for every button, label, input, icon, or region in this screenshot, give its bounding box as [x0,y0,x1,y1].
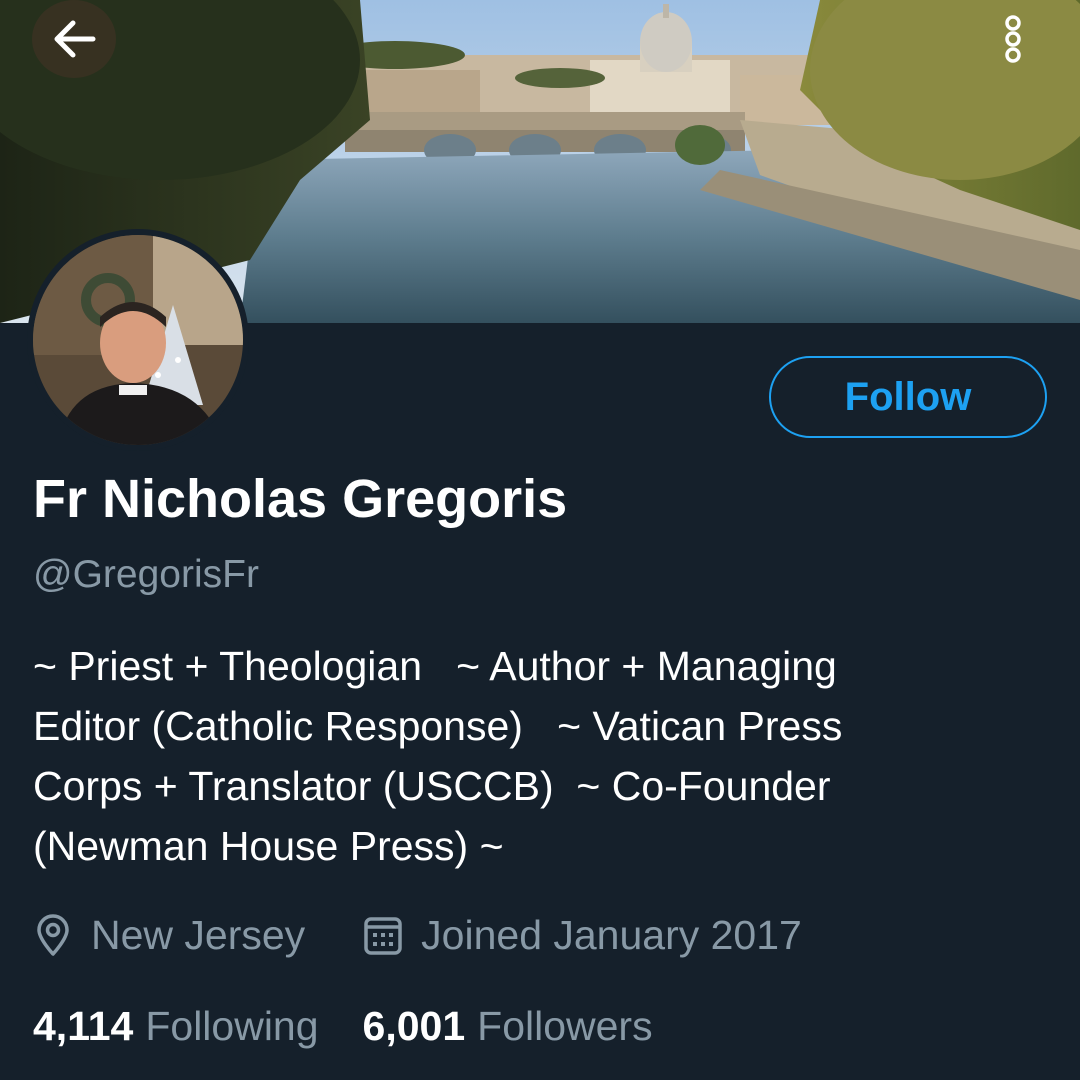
followers-link[interactable]: 6,001 Followers [363,1003,653,1050]
bio-line: Corps + Translator (USCCB) ~ Co-Founder [33,763,831,809]
follow-button[interactable]: Follow [769,356,1047,438]
profile-avatar[interactable] [27,229,249,451]
avatar-photo [33,235,243,445]
profile-location: New Jersey [33,912,305,959]
profile-bio: ~ Priest + Theologian ~ Author + Managin… [33,636,1043,876]
location-pin-icon [33,913,73,957]
arrow-left-icon [51,19,97,59]
profile-joined-date: Joined January 2017 [363,912,802,959]
profile-meta: New Jersey Joined January 2017 [33,905,802,965]
following-link[interactable]: 4,114 Following [33,1003,319,1050]
vertical-dots-icon [1001,11,1025,67]
bio-line: Editor (Catholic Response) ~ Vatican Pre… [33,703,843,749]
bio-line: ~ Priest + Theologian ~ Author + Managin… [33,643,837,689]
profile-handle: @GregorisFr [33,553,259,596]
follow-button-label: Follow [844,374,972,419]
followers-label: Followers [477,1002,653,1049]
following-count: 4,114 [33,1002,134,1049]
more-options-button[interactable] [985,0,1041,78]
joined-text: Joined January 2017 [421,911,802,958]
profile-screen: Follow Fr Nicholas Gregoris @GregorisFr … [0,0,1080,1080]
profile-name: Fr Nicholas Gregoris [33,469,568,529]
following-label: Following [145,1002,319,1049]
back-button[interactable] [32,0,116,78]
profile-stats: 4,114 Following 6,001 Followers [33,996,653,1056]
calendar-icon [363,914,403,956]
bio-line: (Newman House Press) ~ [33,823,504,869]
followers-count: 6,001 [362,1002,466,1049]
location-text: New Jersey [91,911,306,958]
